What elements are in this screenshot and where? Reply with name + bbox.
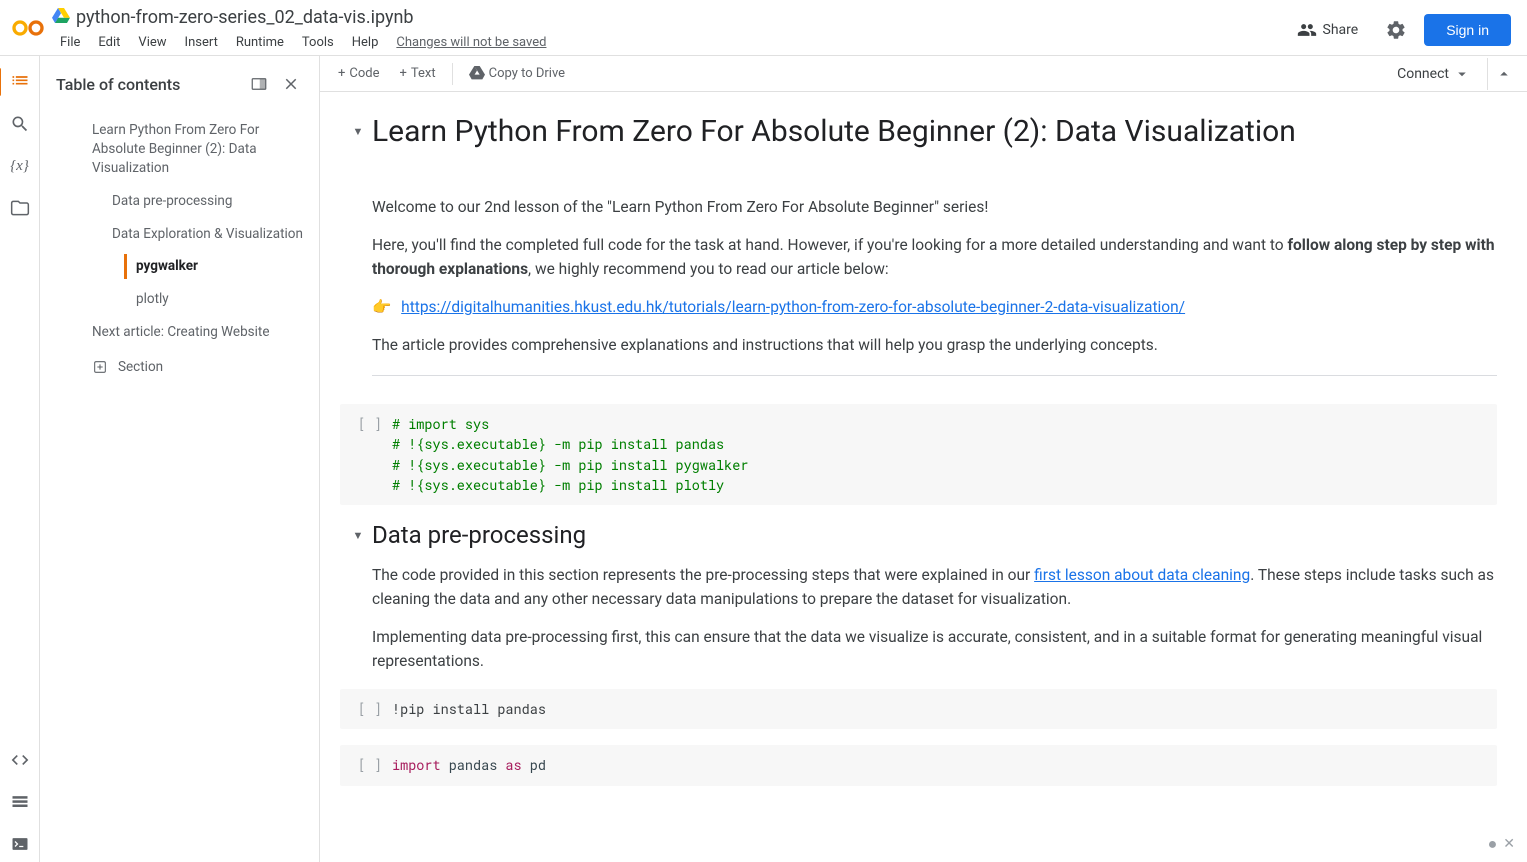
- paragraph: Here, you'll find the completed full cod…: [372, 233, 1497, 281]
- people-icon: [1297, 20, 1317, 40]
- divider: [372, 375, 1497, 376]
- exec-count: [ ]: [352, 755, 392, 775]
- notebook-h2: Data pre-processing: [372, 521, 586, 549]
- rail-variables-button[interactable]: {x}: [2, 148, 38, 184]
- drive-small-icon: [469, 66, 485, 82]
- data-cleaning-link[interactable]: first lesson about data cleaning: [1034, 566, 1250, 584]
- toc-panel: Table of contents Learn Python From Zero…: [40, 56, 320, 862]
- menu-runtime[interactable]: Runtime: [228, 33, 292, 52]
- signin-button[interactable]: Sign in: [1424, 14, 1511, 46]
- connect-label: Connect: [1397, 66, 1449, 82]
- copy-to-drive-label: Copy to Drive: [489, 66, 565, 81]
- toc-icon: [10, 72, 30, 92]
- code-body[interactable]: !pip install pandas: [392, 699, 1485, 719]
- link-line: 👉 https://digitalhumanities.hkust.edu.hk…: [372, 295, 1497, 319]
- list-icon: [10, 792, 30, 812]
- code-body[interactable]: import pandas as pd: [392, 755, 1485, 775]
- rail-code-snippets-button[interactable]: [2, 742, 38, 778]
- share-label: Share: [1323, 22, 1359, 38]
- toc-item[interactable]: Next article: Creating Website: [40, 316, 319, 349]
- toc-item[interactable]: pygwalker: [40, 250, 319, 283]
- toc-move-button[interactable]: [243, 68, 275, 100]
- tab-icon: [250, 75, 268, 93]
- notebook-title[interactable]: python-from-zero-series_02_data-vis.ipyn…: [76, 7, 414, 28]
- add-code-label: Code: [349, 66, 379, 81]
- menu-bar: File Edit View Insert Runtime Tools Help…: [52, 30, 1287, 54]
- code-cell[interactable]: [ ] import pandas as pd: [340, 745, 1497, 785]
- paragraph: The article provides comprehensive expla…: [372, 333, 1497, 357]
- code-icon: [10, 750, 30, 770]
- drive-icon: [52, 8, 70, 26]
- copy-to-drive-button[interactable]: Copy to Drive: [459, 62, 575, 86]
- exec-count: [ ]: [352, 414, 392, 495]
- colab-logo[interactable]: [8, 8, 48, 48]
- notebook-h1: Learn Python From Zero For Absolute Begi…: [372, 112, 1296, 151]
- terminal-icon: [10, 834, 30, 854]
- connect-button[interactable]: Connect: [1387, 61, 1481, 87]
- exec-count: [ ]: [352, 699, 392, 719]
- menu-tools[interactable]: Tools: [294, 33, 342, 52]
- rail-search-button[interactable]: [2, 106, 38, 142]
- section-collapse-arrow[interactable]: ▼: [350, 529, 366, 542]
- code-cell[interactable]: [ ] !pip install pandas: [340, 689, 1497, 729]
- status-indicator: ●✕: [1488, 834, 1515, 854]
- rail-command-palette-button[interactable]: [2, 784, 38, 820]
- changes-not-saved-link[interactable]: Changes will not be saved: [396, 35, 546, 50]
- toc-close-button[interactable]: [275, 68, 307, 100]
- notebook-content[interactable]: ▼ Learn Python From Zero For Absolute Be…: [320, 92, 1527, 862]
- close-icon: [282, 75, 300, 93]
- settings-button[interactable]: [1376, 10, 1416, 50]
- share-button[interactable]: Share: [1287, 14, 1369, 46]
- rail-toc-button[interactable]: [2, 64, 38, 100]
- plus-icon: +: [400, 66, 407, 81]
- add-code-button[interactable]: + Code: [328, 62, 390, 85]
- tutorial-link[interactable]: https://digitalhumanities.hkust.edu.hk/t…: [401, 298, 1185, 316]
- rail-terminal-button[interactable]: [2, 826, 38, 862]
- pointing-right-icon: 👉: [372, 298, 391, 316]
- toc-item[interactable]: Data Exploration & Visualization: [40, 218, 319, 251]
- section-collapse-arrow[interactable]: ▼: [350, 125, 366, 138]
- code-cell[interactable]: [ ] # import sys # !{sys.executable} -m …: [340, 404, 1497, 505]
- menu-insert[interactable]: Insert: [177, 33, 226, 52]
- toc-title: Table of contents: [56, 75, 243, 94]
- folder-icon: [10, 198, 30, 218]
- add-text-button[interactable]: + Text: [390, 62, 446, 85]
- toc-item[interactable]: Learn Python From Zero For Absolute Begi…: [40, 114, 319, 185]
- plus-box-icon: [92, 359, 108, 375]
- menu-view[interactable]: View: [130, 33, 174, 52]
- variables-icon: {x}: [10, 158, 29, 175]
- toc-add-section-label: Section: [118, 359, 163, 375]
- toggle-header-button[interactable]: [1487, 58, 1519, 90]
- add-text-label: Text: [411, 66, 436, 81]
- search-icon: [10, 114, 30, 134]
- dropdown-icon: [1453, 65, 1471, 83]
- menu-edit[interactable]: Edit: [90, 33, 128, 52]
- gear-icon: [1385, 19, 1407, 41]
- toc-add-section[interactable]: Section: [40, 349, 319, 385]
- paragraph: Implementing data pre-processing first, …: [372, 625, 1497, 673]
- menu-file[interactable]: File: [52, 33, 88, 52]
- rail-files-button[interactable]: [2, 190, 38, 226]
- plus-icon: +: [338, 66, 345, 81]
- paragraph: Welcome to our 2nd lesson of the "Learn …: [372, 195, 1497, 219]
- toc-item[interactable]: Data pre-processing: [40, 185, 319, 218]
- menu-help[interactable]: Help: [344, 33, 387, 52]
- paragraph: The code provided in this section repres…: [372, 563, 1497, 611]
- chevron-up-icon: [1495, 65, 1513, 83]
- toc-item[interactable]: plotly: [40, 283, 319, 316]
- code-body[interactable]: # import sys # !{sys.executable} -m pip …: [392, 414, 1485, 495]
